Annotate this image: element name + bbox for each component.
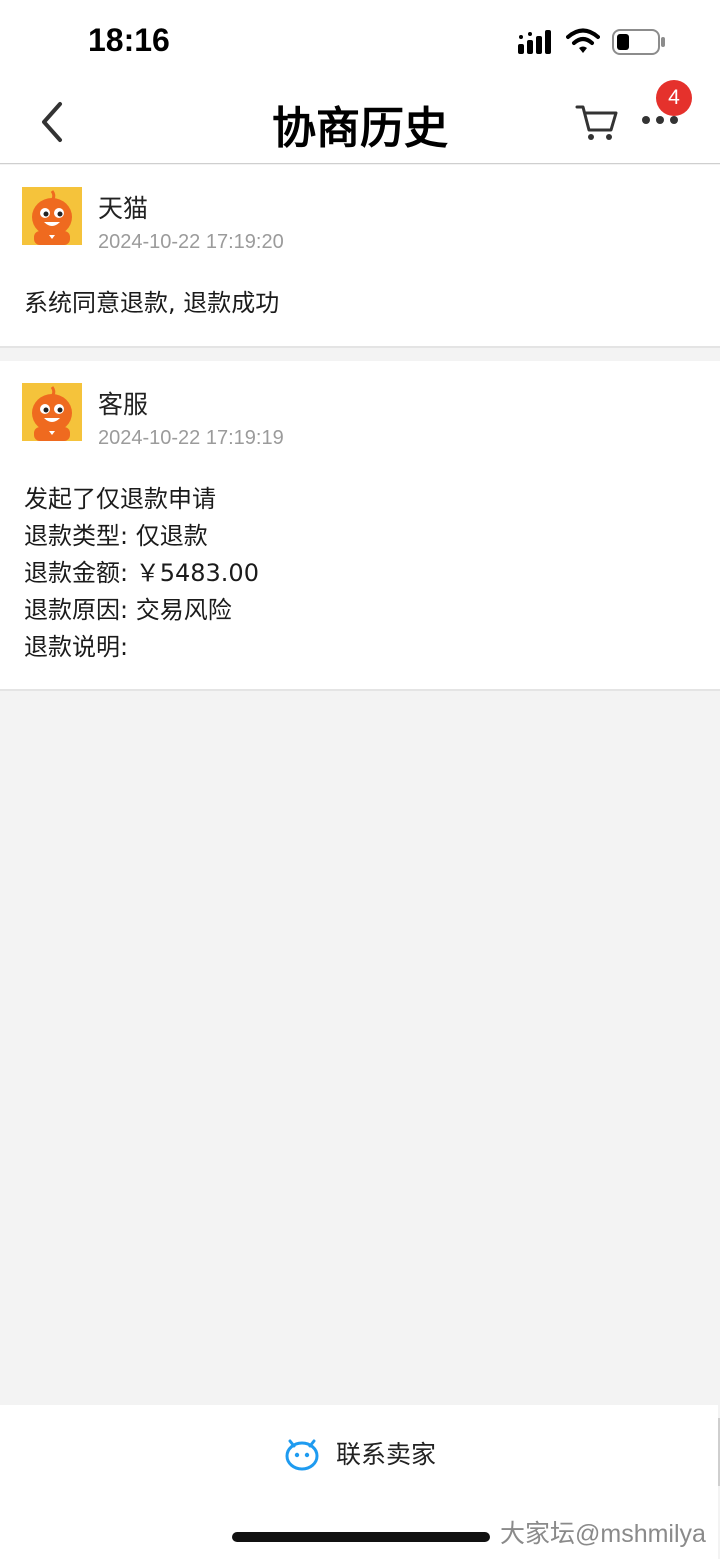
page: 18:16 协商历史 4 天猫 2024-10-22 17:19:20 系统同意… [0, 0, 720, 1559]
contact-seller-button[interactable]: 联系卖家 [284, 1431, 436, 1475]
notification-badge: 4 [656, 80, 692, 116]
shopping-cart-icon[interactable] [574, 98, 620, 144]
nav-bar: 协商历史 4 [0, 80, 720, 164]
chat-mascot-icon [285, 1439, 319, 1471]
contact-seller-label: 联系卖家 [336, 1440, 437, 1469]
status-bar: 18:16 [0, 0, 720, 80]
refund-note-line: 退款说明: [24, 633, 129, 661]
tmall-mascot-avatar [22, 383, 82, 441]
history-message: 系统同意退款, 退款成功 [24, 289, 280, 317]
refund-amount-line: 退款金额: ￥5483.00 [24, 559, 259, 587]
author-name: 客服 [98, 390, 149, 419]
cellular-signal-icon [518, 30, 551, 54]
refund-type-line: 退款类型: 仅退款 [24, 522, 208, 550]
wifi-icon [566, 28, 600, 53]
history-entry: 客服 2024-10-22 17:19:19 发起了仅退款申请 退款类型: 仅退… [0, 361, 720, 691]
tmall-mascot-avatar [22, 187, 82, 245]
history-message: 发起了仅退款申请 退款类型: 仅退款 退款金额: ￥5483.00 退款原因: … [24, 481, 259, 666]
history-entry: 天猫 2024-10-22 17:19:20 系统同意退款, 退款成功 [0, 165, 720, 348]
battery-icon [612, 29, 665, 55]
refund-reason-line: 退款原因: 交易风险 [24, 596, 232, 624]
message-line: 发起了仅退款申请 [24, 485, 216, 513]
timestamp: 2024-10-22 17:19:19 [98, 427, 284, 449]
status-time: 18:16 [88, 22, 170, 58]
author-name: 天猫 [98, 194, 149, 223]
timestamp: 2024-10-22 17:19:20 [98, 231, 284, 253]
watermark: 大家坛@mshmilya [500, 1520, 706, 1548]
home-indicator[interactable] [232, 1532, 490, 1542]
